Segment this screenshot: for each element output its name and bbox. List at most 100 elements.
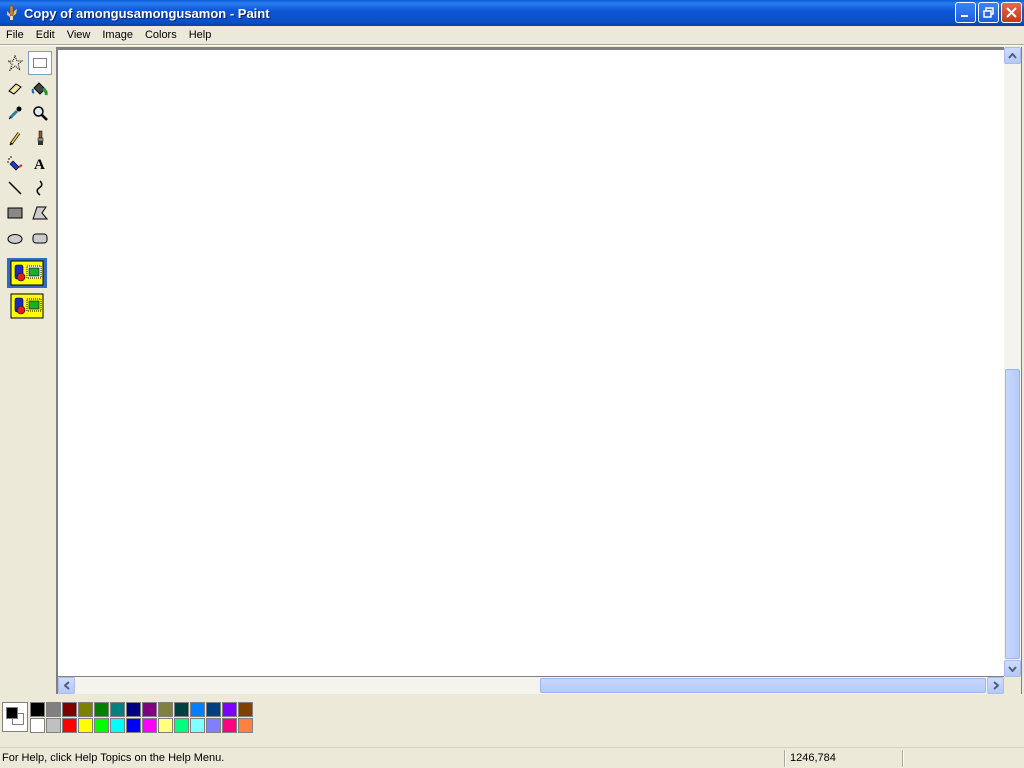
rounded-rect-tool[interactable] bbox=[28, 226, 52, 250]
drawing-canvas[interactable] bbox=[58, 50, 1004, 676]
restore-icon bbox=[983, 7, 994, 18]
arrow-down-icon bbox=[1008, 665, 1017, 672]
paint-bucket-icon bbox=[31, 82, 48, 96]
menu-view[interactable]: View bbox=[61, 26, 97, 44]
scroll-right-button[interactable] bbox=[987, 677, 1004, 694]
polygon-tool[interactable] bbox=[28, 201, 52, 225]
transparency-option-transparent[interactable] bbox=[7, 291, 47, 321]
transparency-option-opaque[interactable] bbox=[7, 258, 47, 288]
palette-swatch[interactable] bbox=[30, 702, 45, 717]
rectangle-tool[interactable] bbox=[3, 201, 27, 225]
eraser-tool[interactable] bbox=[3, 76, 27, 100]
foreground-color bbox=[6, 707, 18, 719]
palette-swatch[interactable] bbox=[126, 702, 141, 717]
paint-app-icon[interactable] bbox=[4, 5, 20, 21]
magnifier-icon bbox=[33, 106, 48, 121]
menu-colors[interactable]: Colors bbox=[139, 26, 183, 44]
eraser-icon bbox=[8, 83, 22, 95]
palette-swatch[interactable] bbox=[94, 702, 109, 717]
palette-swatch[interactable] bbox=[174, 718, 189, 733]
palette-swatch[interactable] bbox=[174, 702, 189, 717]
ellipse-tool[interactable] bbox=[3, 226, 27, 250]
transparent-selection-icon bbox=[10, 293, 44, 319]
rounded-rect-icon bbox=[32, 233, 48, 244]
rectangle-icon bbox=[7, 207, 23, 219]
pick-color-tool[interactable] bbox=[3, 101, 27, 125]
palette-swatch[interactable] bbox=[78, 718, 93, 733]
horizontal-scroll-thumb[interactable] bbox=[540, 678, 986, 693]
arrow-right-icon bbox=[992, 681, 999, 690]
palette-swatch[interactable] bbox=[126, 718, 141, 733]
color-palette bbox=[0, 697, 1024, 745]
status-coordinates: 1246,784 bbox=[790, 752, 836, 764]
palette-swatch[interactable] bbox=[46, 702, 61, 717]
scroll-up-button[interactable] bbox=[1004, 47, 1021, 64]
opaque-selection-icon bbox=[10, 260, 44, 286]
status-bar: For Help, click Help Topics on the Help … bbox=[0, 747, 1024, 768]
canvas-area bbox=[56, 47, 1022, 694]
scroll-left-button[interactable] bbox=[58, 677, 75, 694]
current-colors-indicator bbox=[2, 702, 28, 732]
close-button[interactable] bbox=[1001, 2, 1022, 23]
palette-swatch[interactable] bbox=[142, 702, 157, 717]
minimize-icon bbox=[961, 15, 968, 17]
palette-swatch[interactable] bbox=[110, 718, 125, 733]
menu-file[interactable]: File bbox=[0, 26, 30, 44]
vertical-scrollbar[interactable] bbox=[1004, 47, 1021, 677]
fill-tool[interactable] bbox=[28, 76, 52, 100]
arrow-left-icon bbox=[63, 681, 70, 690]
palette-swatch[interactable] bbox=[78, 702, 93, 717]
magnifier-tool[interactable] bbox=[28, 101, 52, 125]
pencil-tool[interactable] bbox=[3, 126, 27, 150]
palette-swatch[interactable] bbox=[206, 718, 221, 733]
horizontal-scrollbar[interactable] bbox=[58, 677, 1004, 694]
menu-separator bbox=[0, 44, 1024, 46]
star-select-icon bbox=[7, 55, 23, 71]
ellipse-icon bbox=[7, 234, 23, 244]
close-icon bbox=[1006, 7, 1017, 18]
menu-help[interactable]: Help bbox=[183, 26, 218, 44]
status-separator bbox=[784, 750, 786, 767]
arrow-up-icon bbox=[1008, 52, 1017, 59]
palette-swatch[interactable] bbox=[142, 718, 157, 733]
rect-select-icon bbox=[33, 58, 47, 68]
line-tool[interactable] bbox=[3, 176, 27, 200]
curve-tool[interactable] bbox=[28, 176, 52, 200]
palette-swatch[interactable] bbox=[190, 702, 205, 717]
eyedropper-icon bbox=[8, 106, 22, 120]
menu-image[interactable]: Image bbox=[96, 26, 139, 44]
status-help-text: For Help, click Help Topics on the Help … bbox=[2, 752, 225, 764]
palette-swatch[interactable] bbox=[238, 718, 253, 733]
palette-swatch[interactable] bbox=[238, 702, 253, 717]
airbrush-tool[interactable] bbox=[3, 151, 27, 175]
palette-swatch[interactable] bbox=[158, 702, 173, 717]
brush-tool[interactable] bbox=[28, 126, 52, 150]
menu-edit[interactable]: Edit bbox=[30, 26, 61, 44]
restore-button[interactable] bbox=[978, 2, 999, 23]
palette-swatch[interactable] bbox=[158, 718, 173, 733]
minimize-button[interactable] bbox=[955, 2, 976, 23]
palette-swatch[interactable] bbox=[62, 718, 77, 733]
palette-swatch[interactable] bbox=[110, 702, 125, 717]
palette-swatch[interactable] bbox=[30, 718, 45, 733]
palette-swatch[interactable] bbox=[206, 702, 221, 717]
brush-icon bbox=[37, 130, 44, 145]
window-title: Copy of amongusamongusamon - Paint bbox=[24, 5, 270, 21]
text-tool[interactable]: A bbox=[28, 151, 52, 175]
scroll-down-button[interactable] bbox=[1004, 660, 1021, 677]
scrollbar-corner bbox=[1004, 677, 1021, 694]
status-separator bbox=[902, 750, 904, 767]
rect-select-tool[interactable] bbox=[28, 51, 52, 75]
palette-swatch[interactable] bbox=[222, 718, 237, 733]
palette-swatch[interactable] bbox=[222, 702, 237, 717]
palette-swatch[interactable] bbox=[46, 718, 61, 733]
vertical-scroll-thumb[interactable] bbox=[1005, 369, 1020, 659]
text-a-icon: A bbox=[34, 157, 45, 171]
polygon-icon bbox=[32, 206, 48, 220]
airbrush-icon bbox=[7, 156, 23, 171]
menu-bar: File Edit View Image Colors Help bbox=[0, 26, 1024, 44]
free-form-select-tool[interactable] bbox=[3, 51, 27, 75]
palette-swatch[interactable] bbox=[190, 718, 205, 733]
palette-swatch[interactable] bbox=[94, 718, 109, 733]
palette-swatch[interactable] bbox=[62, 702, 77, 717]
